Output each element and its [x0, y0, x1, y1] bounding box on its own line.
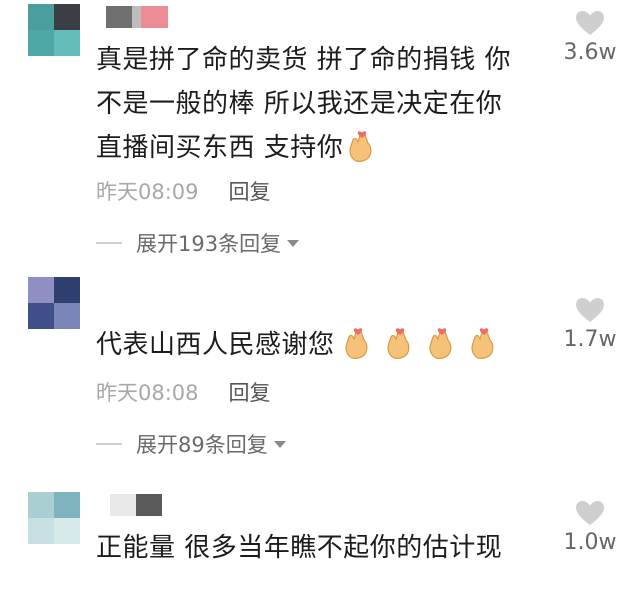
comment-line: 真是拼了命的卖货 拼了命的捐钱 你 — [96, 45, 512, 75]
finger-heart-emoji — [385, 325, 415, 359]
heart-icon — [576, 11, 604, 35]
timestamp: 昨天08:08 — [96, 381, 199, 405]
finger-heart-emoji — [427, 325, 457, 359]
expand-replies-button[interactable]: 展开89条回复 — [96, 429, 286, 459]
comment-line: 不是一般的棒 所以我还是决定在你 — [96, 89, 503, 119]
comment-meta: 昨天08:08 回复 — [96, 377, 271, 407]
comment-item: 真是拼了命的卖货 拼了命的捐钱 你 不是一般的棒 所以我还是决定在你 直播间买东… — [0, 0, 640, 265]
chevron-down-icon — [287, 239, 300, 247]
username-redacted[interactable] — [106, 6, 168, 28]
timestamp: 昨天08:09 — [96, 180, 199, 204]
heart-icon — [576, 501, 604, 525]
heart-icon — [576, 298, 604, 322]
comment-line: 正能量 很多当年瞧不起你的估计现 — [96, 533, 503, 563]
reply-button[interactable]: 回复 — [229, 381, 271, 405]
comment-item: 正能量 很多当年瞧不起你的估计现 1.0w — [0, 480, 640, 596]
reply-button[interactable]: 回复 — [229, 180, 271, 204]
like-count: 3.6w — [563, 40, 617, 65]
comment-line: 代表山西人民感谢您 — [96, 330, 335, 360]
comment-line-with-emoji: 代表山西人民感谢您 — [96, 323, 556, 367]
finger-heart-emoji — [343, 325, 373, 359]
divider — [96, 242, 122, 244]
comment-meta: 昨天08:09 回复 — [96, 176, 271, 206]
like-button[interactable]: 1.0w — [550, 500, 630, 555]
like-button[interactable]: 1.7w — [550, 297, 630, 352]
comment-line: 直播间买东西 支持你 — [96, 133, 344, 163]
expand-replies-label: 展开193条回复 — [136, 232, 282, 256]
avatar[interactable] — [28, 4, 80, 56]
divider — [96, 443, 122, 445]
like-count: 1.7w — [563, 327, 617, 352]
avatar[interactable] — [28, 277, 80, 329]
avatar[interactable] — [28, 492, 80, 544]
comment-text: 真是拼了命的卖货 拼了命的捐钱 你 不是一般的棒 所以我还是决定在你 直播间买东… — [96, 38, 556, 170]
username-redacted[interactable] — [110, 494, 162, 516]
comment-text: 代表山西人民感谢您 — [96, 323, 556, 367]
like-button[interactable]: 3.6w — [550, 10, 630, 65]
comment-item: 代表山西人民感谢您 昨天08:08 回复 展开89条回复 1.7w — [0, 265, 640, 480]
expand-replies-button[interactable]: 展开193条回复 — [96, 228, 300, 258]
chevron-down-icon — [273, 440, 286, 448]
finger-heart-emoji — [469, 325, 499, 359]
finger-heart-emoji — [347, 128, 377, 162]
comment-text: 正能量 很多当年瞧不起你的估计现 — [96, 526, 556, 570]
expand-replies-label: 展开89条回复 — [136, 433, 268, 457]
comment-line-with-emoji: 直播间买东西 支持你 — [96, 126, 556, 170]
like-count: 1.0w — [563, 530, 617, 555]
